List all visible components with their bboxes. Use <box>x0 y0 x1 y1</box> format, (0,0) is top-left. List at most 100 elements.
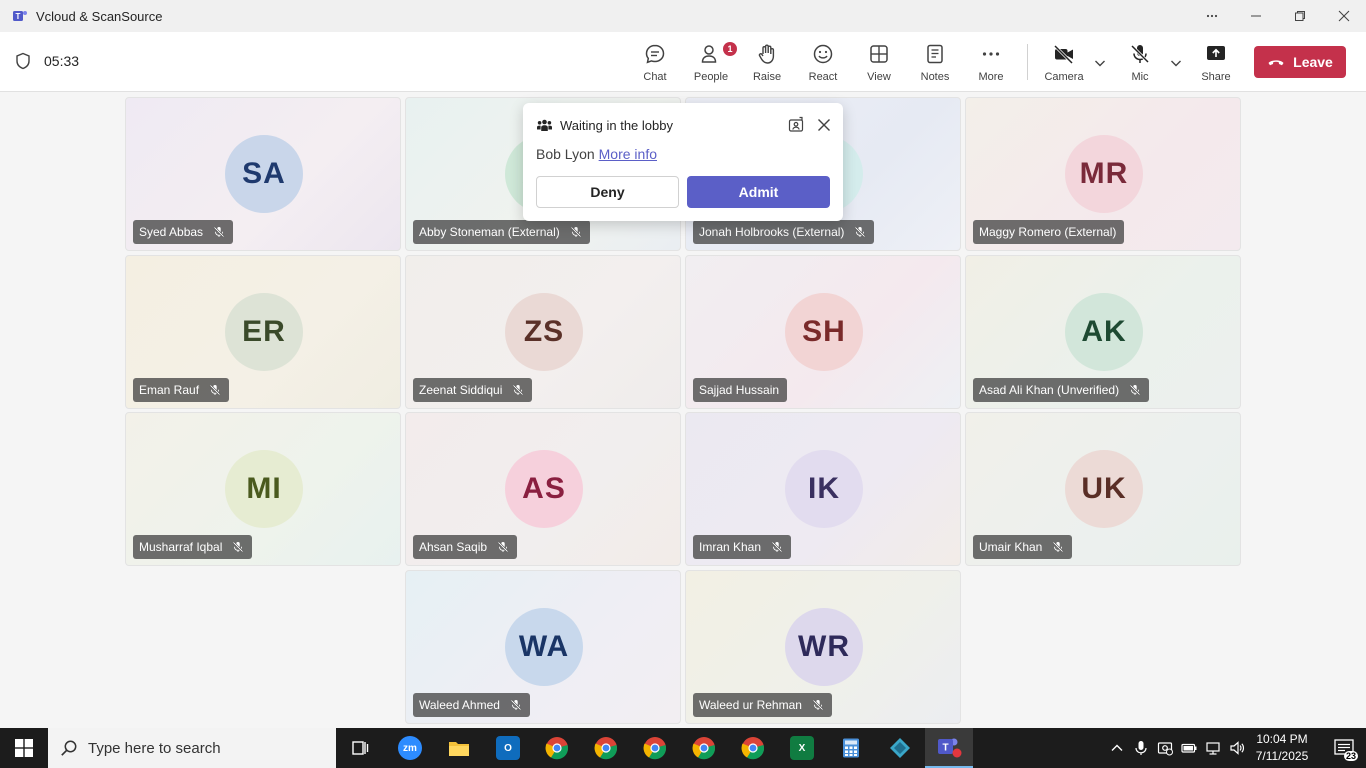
notification-center-button[interactable]: 23 <box>1324 728 1364 768</box>
raise-hand-button[interactable]: Raise <box>748 40 786 88</box>
people-label: People <box>693 71 729 83</box>
task-view-icon <box>352 741 369 755</box>
participant-avatar: WR <box>785 608 863 686</box>
chat-label: Chat <box>643 71 667 83</box>
lobby-notification: Waiting in the lobby Bob Lyon More info D… <box>523 103 843 221</box>
taskbar-clock[interactable]: 10:04 PM 7/11/2025 <box>1244 731 1320 765</box>
mic-off-icon <box>233 541 244 553</box>
camera-button[interactable]: Camera <box>1042 40 1086 88</box>
shield-icon <box>16 52 30 70</box>
taskbar-outlook[interactable]: O <box>484 728 532 768</box>
tray-network[interactable] <box>1203 728 1223 768</box>
taskbar-chrome-3[interactable] <box>631 728 679 768</box>
chat-button[interactable]: Chat <box>636 40 674 88</box>
notes-icon <box>927 44 943 64</box>
participant-name: Syed Abbas <box>139 225 204 239</box>
mic-label: Mic <box>1131 71 1149 83</box>
more-button[interactable]: More <box>972 40 1010 88</box>
mic-off-icon <box>812 699 824 711</box>
mic-off-icon <box>497 541 509 553</box>
participant-tile[interactable]: AS Ahsan Saqib <box>405 412 681 566</box>
notes-label: Notes <box>920 71 950 83</box>
taskbar-file-explorer[interactable] <box>435 728 483 768</box>
task-view-button[interactable] <box>336 728 384 768</box>
participant-nameplate: Maggy Romero (External) <box>973 220 1125 244</box>
participant-tile[interactable]: ZS Zeenat Siddiqui <box>405 255 681 409</box>
taskbar-calculator[interactable] <box>827 728 875 768</box>
taskbar-teams[interactable]: T <box>925 728 973 768</box>
speaker-icon <box>1230 741 1245 755</box>
react-button[interactable]: React <box>804 40 842 88</box>
participant-tile[interactable]: MR Maggy Romero (External) <box>965 97 1241 251</box>
chat-icon <box>645 44 665 64</box>
taskbar-chrome-4[interactable] <box>680 728 728 768</box>
svg-text:T: T <box>16 12 21 21</box>
people-button[interactable]: 1 People <box>692 40 737 88</box>
meeting-timer: 05:33 <box>44 53 80 69</box>
mic-options-chevron-icon[interactable] <box>1169 56 1183 70</box>
search-placeholder: Type here to search <box>88 739 221 757</box>
leave-button[interactable]: Leave <box>1254 46 1346 78</box>
clock-time: 10:04 PM <box>1256 732 1308 746</box>
window-more-options-button[interactable] <box>1190 0 1234 32</box>
teams-logo-icon: T <box>13 11 27 21</box>
share-button[interactable]: Share <box>1197 40 1235 88</box>
participant-tile[interactable]: IK Imran Khan <box>685 412 961 566</box>
lobby-title: Waiting in the lobby <box>560 118 673 133</box>
participant-tile[interactable]: ER Eman Rauf <box>125 255 401 409</box>
participant-nameplate: Abby Stoneman (External) <box>413 220 590 244</box>
excel-icon: X <box>790 736 814 760</box>
mic-off-icon <box>771 541 783 553</box>
participant-name: Eman Rauf <box>139 383 200 397</box>
taskbar-excel[interactable]: X <box>778 728 826 768</box>
show-hidden-icons-button[interactable] <box>1108 728 1126 768</box>
close-lobby-button[interactable] <box>815 116 833 134</box>
participant-avatar: ER <box>225 293 303 371</box>
tray-camera-privacy[interactable] <box>1155 728 1175 768</box>
participant-avatar: WA <box>505 608 583 686</box>
open-people-pane-button[interactable] <box>787 116 805 134</box>
hang-up-icon <box>1268 60 1284 66</box>
camera-options-chevron-icon[interactable] <box>1093 56 1107 70</box>
taskbar-chrome-2[interactable] <box>582 728 630 768</box>
taskbar-app[interactable] <box>876 728 924 768</box>
lobby-person-name: Bob Lyon <box>536 146 595 162</box>
taskbar-zoom[interactable]: zm <box>386 728 434 768</box>
participant-avatar: AK <box>1065 293 1143 371</box>
participant-name: Musharraf Iqbal <box>139 540 223 554</box>
title-bar: T Vcloud & ScanSource <box>0 0 1366 32</box>
people-pane-icon <box>788 116 804 132</box>
admit-button[interactable]: Admit <box>687 176 830 208</box>
view-button[interactable]: View <box>860 40 898 88</box>
mic-off-icon <box>1129 384 1141 396</box>
close-window-button[interactable] <box>1322 0 1366 32</box>
taskbar-chrome-5[interactable] <box>729 728 777 768</box>
mic-off-icon <box>510 699 522 711</box>
tray-battery[interactable] <box>1179 728 1199 768</box>
deny-button[interactable]: Deny <box>536 176 679 208</box>
mic-off-icon <box>855 226 866 238</box>
lobby-person: Bob Lyon More info <box>536 146 657 162</box>
taskbar-chrome-1[interactable] <box>533 728 581 768</box>
taskbar-search-box[interactable]: Type here to search <box>48 728 336 768</box>
more-info-link[interactable]: More info <box>599 146 657 162</box>
minimize-button[interactable] <box>1234 0 1278 32</box>
notes-button[interactable]: Notes <box>916 40 954 88</box>
participant-tile[interactable]: AK Asad Ali Khan (Unverified) <box>965 255 1241 409</box>
restore-button[interactable] <box>1278 0 1322 32</box>
participant-tile[interactable]: SA Syed Abbas <box>125 97 401 251</box>
meeting-toolbar: 05:33 Chat 1 People Raise React View Not… <box>0 32 1366 92</box>
participant-tile[interactable]: SH Sajjad Hussain <box>685 255 961 409</box>
participant-avatar: SH <box>785 293 863 371</box>
participant-nameplate: Zeenat Siddiqui <box>413 378 533 402</box>
mic-button[interactable]: Mic <box>1120 40 1160 88</box>
tray-microphone[interactable] <box>1131 728 1151 768</box>
share-screen-icon <box>1207 46 1225 60</box>
participant-tile[interactable]: WR Waleed ur Rehman <box>685 570 961 724</box>
participant-tile[interactable]: UK Umair Khan <box>965 412 1241 566</box>
participant-tile[interactable]: WA Waleed Ahmed <box>405 570 681 724</box>
participant-avatar: MR <box>1065 135 1143 213</box>
outlook-icon: O <box>496 736 520 760</box>
start-button[interactable] <box>0 728 48 768</box>
participant-tile[interactable]: MI Musharraf Iqbal <box>125 412 401 566</box>
